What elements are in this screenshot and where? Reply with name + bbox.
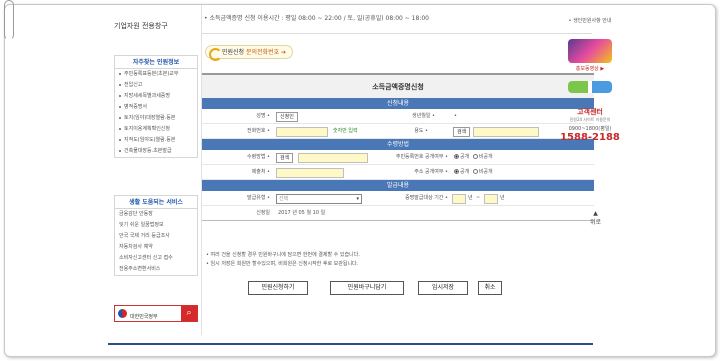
promo-video-image[interactable] [568, 39, 612, 63]
addr-radio-public[interactable] [454, 169, 459, 174]
popular-service-item[interactable]: 지적도(임야도)열람.등본 [115, 135, 197, 146]
section-request: 신청내용 [202, 98, 594, 109]
footer-divider [108, 343, 593, 345]
receive-method-input[interactable] [298, 153, 368, 163]
period-year1-label: 년 [468, 195, 473, 201]
radio-public[interactable] [454, 154, 459, 159]
sidebar-title: 기업자원 전용창구 [114, 22, 168, 30]
help-hours: 0900~1800(평일) [568, 126, 612, 132]
civil-inquiry-phone-label: 문의전화번호 ➔ [244, 49, 287, 56]
phone-label: 전화번호 • [247, 128, 270, 134]
note-line: • 여러 건을 신청할 경우 민원바구니에 담으면 한번에 결제할 수 있습니다… [206, 252, 360, 258]
form-row-receive: 수령방법 • 검색 주민등록번호 공개여부 • 공개 비공개 [202, 150, 594, 165]
promo-video-label[interactable]: 홍보동영상 ▶ [560, 65, 620, 72]
life-service-item[interactable]: 금융감단 안동장 [115, 209, 197, 220]
receive-method-label: 수령방법 • [247, 154, 270, 160]
radio-private-label: 비공개 [478, 154, 493, 160]
application-form: 소득금액증명신청 신청내용 성명 • 신청인 생년월일 • • 전화번호 • 숫… [202, 73, 594, 221]
screenshot-frame: 기업자원 전용창구 자주찾는 민원정보 주민등록표등본(초본)교부 전입신고 지방세… [4, 4, 716, 357]
gov-search-label: 대한민국정부 [130, 314, 158, 320]
left-sidebar: 기업자원 전용창구 자주찾는 민원정보 주민등록표등본(초본)교부 전입신고 지방세… [108, 5, 202, 335]
purpose-search-button[interactable]: 검색 [453, 127, 471, 137]
date-value: 2017 년 05 월 10 일 [278, 210, 326, 216]
rrn-public-radios: 공개 비공개 [452, 150, 493, 165]
scroll-top-label: 위로 [590, 219, 602, 226]
birth-value: • [454, 113, 457, 119]
period-label: 증명발급대상 기간 • [405, 195, 448, 201]
life-service-item[interactable]: 잊기 쉬운 일꿈법정보 [115, 220, 197, 231]
help-center: 고객센터 민원24 사이트 이용문의 0900~1800(평일) 1588-21… [560, 93, 620, 143]
popular-service-item[interactable]: 토지(임야)대장열람.등본 [115, 113, 197, 124]
gov-search-box[interactable]: 대한민국정부 ⌕ [114, 305, 198, 322]
life-service-item[interactable]: 자동차검사 예약 [115, 242, 197, 253]
radio-public-label: 공개 [460, 154, 470, 160]
civil-inquiry-button[interactable]: 민원신청 문의전화번호 ➔ [205, 45, 294, 61]
life-service-item[interactable]: 소비자신고센터 신고 접수 [115, 253, 197, 264]
life-services-header: 생활 도움되는 서비스 [115, 196, 197, 209]
life-services-box: 생활 도움되는 서비스 금융감단 안동장 잊기 쉬운 일꿈법정보 안국 국제 거리 … [114, 195, 198, 276]
purpose-label: 용도 • [414, 128, 428, 134]
popular-service-item[interactable]: 지방세세목별과세증명 [115, 91, 197, 102]
applicant-button[interactable]: 신청인 [276, 112, 298, 122]
name-label: 성명 • [256, 113, 270, 119]
form-row-phone: 전화번호 • 숫자만 입력 용도 • 검색 [202, 124, 594, 139]
popular-service-item[interactable]: 전입신고 [115, 80, 197, 91]
birth-label: 생년월일 • [412, 113, 435, 119]
divider [202, 33, 592, 34]
help-phone: 1588-2188 [560, 132, 620, 143]
popular-services-header: 자주찾는 민원정보 [115, 56, 197, 69]
popular-service-item[interactable]: 병적증명서 [115, 102, 197, 113]
issue-type-label: 발급유형 • [247, 195, 270, 201]
date-label: 신청일 [256, 210, 270, 216]
search-icon[interactable]: ⌕ [181, 306, 197, 321]
basket-button[interactable]: 민원바구니담기 [330, 281, 404, 295]
paperclip-decoration [4, 0, 14, 40]
life-service-item[interactable]: 전용주소변환서비스 [115, 264, 197, 275]
section-receive: 수령방법 [202, 139, 594, 150]
period-start-input[interactable] [452, 194, 466, 204]
popular-service-item[interactable]: 토지이용계획확인신청 [115, 124, 197, 135]
taegeuk-logo-icon [118, 309, 127, 318]
help-title: 고객센터 [577, 108, 603, 116]
form-row-name: 성명 • 신청인 생년월일 • • [202, 109, 594, 124]
usage-hours-notice: • 소득금액증명 신청 이용시간 : 평일 08:00 ~ 22:00 / 토,… [204, 15, 429, 22]
phone-input[interactable] [276, 127, 328, 137]
period-end-input[interactable] [484, 194, 498, 204]
help-mascot-image [568, 81, 612, 93]
receive-search-button[interactable]: 검색 [276, 153, 294, 163]
civil-inquiry-label: 민원신청 [222, 49, 245, 56]
cancel-button[interactable]: 취소 [478, 281, 502, 295]
scroll-top-button[interactable]: ▲ 위로 [590, 210, 601, 226]
addr-radio-public-label: 공개 [460, 169, 470, 175]
form-row-receiver: 제출처 • 주소 공개여부 • 공개 비공개 [202, 165, 594, 180]
form-title: 소득금액증명신청 [202, 73, 594, 98]
radio-private[interactable] [472, 154, 478, 159]
period-year2-label: 년 [500, 195, 505, 201]
issue-type-select[interactable]: 선택 [276, 194, 362, 204]
purpose-input[interactable] [473, 127, 539, 137]
form-row-date: 신청일 2017 년 05 월 10 일 [202, 206, 594, 221]
help-sub: 민원24 사이트 이용문의 [569, 117, 611, 122]
submit-button[interactable]: 민원신청하기 [248, 281, 308, 295]
rrn-public-label: 주민등록번호 공개여부 • [395, 154, 448, 160]
addr-public-radios: 공개 비공개 [452, 165, 493, 180]
popular-services-box: 자주찾는 민원정보 주민등록표등본(초본)교부 전입신고 지방세세목별과세증명 병적증… [114, 55, 198, 158]
period-tilde: ~ [476, 195, 481, 201]
popular-service-item[interactable]: 건축물대장등.초본발급 [115, 146, 197, 157]
receiver-input[interactable] [276, 168, 344, 178]
popular-service-item[interactable]: 주민등록표등본(초본)교부 [115, 69, 197, 80]
phone-hint: 숫자만 입력 [333, 128, 358, 134]
addr-radio-private-label: 비공개 [478, 169, 493, 175]
receiver-label: 제출처 • [251, 169, 270, 175]
addr-public-label: 주소 공개여부 • [414, 169, 448, 175]
form-notes: • 여러 건을 신청할 경우 민원바구니에 담으면 한번에 결제할 수 있습니다… [206, 251, 360, 269]
form-row-issue: 발급유형 • 선택 증명발급대상 기간 • 년 ~ 년 [202, 191, 594, 206]
right-top-link[interactable]: • 생인민원사항 안내 [560, 17, 620, 24]
temp-save-button[interactable]: 임시저장 [418, 281, 468, 295]
addr-radio-private[interactable] [472, 169, 478, 174]
section-issue: 발급내용 [202, 180, 594, 191]
note-line: • 임시 저장은 회원만 할수있으며, 비회원은 신청시작한 후로 보관됩니다. [206, 261, 359, 267]
life-service-item[interactable]: 안국 국제 거리 등급조사 [115, 231, 197, 242]
